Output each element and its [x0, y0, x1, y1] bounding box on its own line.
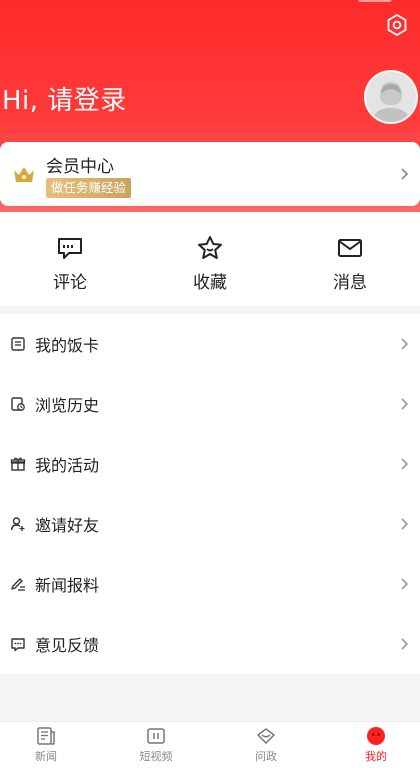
member-center-card[interactable]: 会员中心 做任务赚经验: [0, 142, 420, 206]
chevron-right-icon: [401, 168, 409, 180]
crown-icon: [14, 167, 34, 182]
ask-icon: [257, 728, 275, 744]
tab-news-label: 新闻: [35, 750, 57, 763]
menu-item-history[interactable]: 浏览历史: [0, 374, 420, 434]
video-icon: [147, 728, 165, 744]
feedback-icon: [11, 638, 25, 652]
mail-icon: [338, 239, 362, 257]
bottom-tab-bar: 新闻 短视频 问政 我的: [0, 721, 420, 768]
tab-ask-label: 问政: [255, 750, 277, 763]
task-badge[interactable]: 做任务赚经验: [46, 178, 132, 198]
tab-profile[interactable]: 我的: [336, 722, 416, 768]
login-prompt[interactable]: Hi, 请登录: [2, 80, 127, 117]
tab-short-video-label: 短视频: [139, 750, 173, 763]
menu-item-label: 意见反馈: [35, 636, 100, 655]
tab-news[interactable]: 新闻: [6, 722, 86, 768]
menu-item-label: 我的活动: [35, 456, 100, 475]
menu-item-feedback[interactable]: 意见反馈: [0, 614, 420, 674]
chevron-right-icon: [401, 518, 409, 530]
chevron-right-icon: [401, 458, 409, 470]
menu-item-news-tip[interactable]: 新闻报料: [0, 554, 420, 614]
chevron-right-icon: [401, 578, 409, 590]
messages-button[interactable]: 消息: [280, 212, 420, 306]
favorites-label: 收藏: [193, 273, 227, 293]
menu-item-label: 我的饭卡: [35, 336, 100, 355]
chevron-right-icon: [401, 338, 409, 350]
menu-item-meal-card[interactable]: 我的饭卡: [0, 314, 420, 374]
tab-profile-label: 我的: [365, 750, 387, 763]
profile-icon: [367, 727, 385, 745]
menu-item-label: 新闻报料: [35, 576, 100, 595]
card-icon: [11, 337, 25, 351]
invite-user-icon: [10, 517, 25, 531]
menu-item-activities[interactable]: 我的活动: [0, 434, 420, 494]
messages-label: 消息: [333, 273, 367, 293]
default-avatar-icon: [366, 72, 416, 122]
menu-list: 我的饭卡 浏览历史 我的活动 邀请好友 新闻报料 意见反馈: [0, 314, 420, 674]
gift-icon: [10, 457, 26, 471]
tab-short-video[interactable]: 短视频: [116, 722, 196, 768]
status-bar-indicator: [358, 0, 392, 2]
chevron-right-icon: [401, 638, 409, 650]
comment-icon: [58, 238, 82, 259]
chevron-right-icon: [401, 398, 409, 410]
star-icon: [198, 236, 222, 259]
menu-item-invite[interactable]: 邀请好友: [0, 494, 420, 554]
pen-icon: [11, 578, 25, 591]
settings-icon[interactable]: [384, 12, 410, 38]
history-icon: [11, 397, 25, 411]
comments-button[interactable]: 评论: [0, 212, 140, 306]
menu-item-label: 浏览历史: [35, 396, 100, 415]
news-icon: [37, 727, 55, 745]
comments-label: 评论: [53, 273, 87, 293]
avatar[interactable]: [364, 70, 418, 124]
member-center-title: 会员中心: [46, 157, 114, 177]
tab-ask[interactable]: 问政: [226, 722, 306, 768]
favorites-button[interactable]: 收藏: [140, 212, 280, 306]
menu-item-label: 邀请好友: [35, 516, 100, 535]
quick-actions: 评论 收藏 消息: [0, 212, 420, 306]
